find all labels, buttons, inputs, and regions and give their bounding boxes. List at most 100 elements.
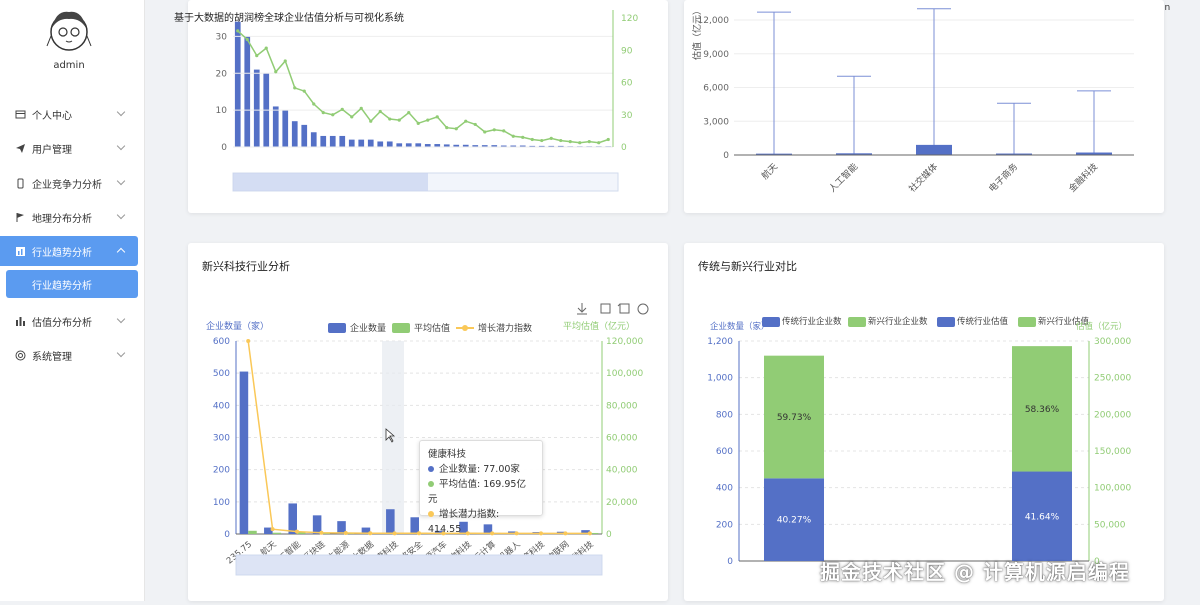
card-bottom-right: 传统与新兴行业对比 传统行业企业数 新兴行业企业数 传统行业估值 新兴行业估值 … xyxy=(684,243,1164,601)
datazoom-selection[interactable] xyxy=(236,555,602,575)
submenu-item-industry-trend[interactable]: 行业趋势分析 xyxy=(6,270,138,298)
y-tick-label: 12,000 xyxy=(698,16,730,26)
home-icon xyxy=(14,108,26,120)
bar xyxy=(320,135,327,147)
bar xyxy=(386,141,393,147)
bar xyxy=(396,143,403,147)
y2-tick-label: 100,000 xyxy=(606,369,643,379)
line-point xyxy=(502,129,506,133)
sidebar-item-geo[interactable]: 地理分布分析 xyxy=(0,202,138,232)
line-point xyxy=(236,29,240,33)
bar xyxy=(244,36,251,147)
bar xyxy=(415,143,422,147)
card-top-right: 估值（亿元） 12,000 9,000 6,000 3,000 0 航天 人工智能 社交媒体 电… xyxy=(684,0,1164,213)
legend-swatch[interactable] xyxy=(328,323,346,333)
legend-swatch xyxy=(462,325,468,331)
y-tick-label: 600 xyxy=(213,337,230,347)
y-axis-left-title: 企业数量（家） xyxy=(206,320,269,332)
sidebar-user-name: admin xyxy=(53,60,85,71)
y-tick-label: 600 xyxy=(716,447,733,457)
bar-label: 59.73% xyxy=(777,413,812,423)
chevron-down-icon xyxy=(116,247,126,257)
bar xyxy=(248,530,257,534)
legend-label: 平均估值 xyxy=(414,322,450,334)
y-tick-label: 20 xyxy=(216,69,228,79)
legend-label: 增长潜力指数 xyxy=(478,322,532,334)
sidebar: admin 个人中心 用户管理 企业竞争力分析 地理分布分析 行业趋势分析 行业… xyxy=(0,0,145,601)
bar xyxy=(282,110,289,147)
y-tick-label: 200 xyxy=(213,466,230,476)
sidebar-item-competitiveness[interactable]: 企业竞争力分析 xyxy=(0,168,138,198)
sidebar-item-users[interactable]: 用户管理 xyxy=(0,133,138,163)
line-point xyxy=(578,141,582,145)
bar xyxy=(291,121,298,147)
legend-swatch xyxy=(937,317,955,327)
bar xyxy=(339,135,346,147)
line-point xyxy=(388,117,392,121)
y-tick-label: 0 xyxy=(221,143,227,153)
download-icon[interactable] xyxy=(577,303,587,315)
bar xyxy=(367,139,374,147)
datazoom-selection[interactable] xyxy=(233,173,428,191)
y-tick-label: 9,000 xyxy=(703,50,729,60)
y-tick-label: 400 xyxy=(213,401,230,411)
chart-top-right: 估值（亿元） 12,000 9,000 6,000 3,000 0 航天 人工智能 社交媒体 电… xyxy=(691,6,1134,195)
x-tick-label: 航天 xyxy=(759,161,780,182)
line-point xyxy=(568,140,572,144)
y-tick-label: 10 xyxy=(216,106,228,116)
line-point xyxy=(397,118,401,122)
line-point xyxy=(426,118,430,122)
x-tick-label: 人工智能 xyxy=(826,161,860,195)
x-tick-label: 社交媒体 xyxy=(906,161,940,195)
bar xyxy=(329,135,336,147)
watermark: 掘金技术社区 @ 计算机源启编程 xyxy=(820,560,1130,584)
y-tick-label: 6,000 xyxy=(703,84,729,94)
line-point xyxy=(540,138,544,143)
sidebar-item-label: 系统管理 xyxy=(32,351,72,363)
avatar[interactable] xyxy=(44,6,94,56)
sidebar-item-label: 行业趋势分析 xyxy=(32,247,92,259)
flag-icon xyxy=(14,211,26,223)
y-tick-label: 0 xyxy=(727,557,733,567)
y-tick-label: 400 xyxy=(716,484,733,494)
chevron-down-icon xyxy=(116,210,126,220)
y2-tick-label: 300,000 xyxy=(1094,337,1131,347)
line-point xyxy=(511,134,515,138)
sidebar-item-label: 个人中心 xyxy=(32,110,72,122)
y-tick-label: 30 xyxy=(216,32,228,42)
y2-tick-label: 90 xyxy=(621,46,633,56)
y2-tick-label: 0 xyxy=(606,530,612,540)
line-point xyxy=(454,127,458,131)
zoom-icon[interactable] xyxy=(600,303,611,314)
chevron-down-icon xyxy=(116,107,126,117)
card-title: 传统与新兴行业对比 xyxy=(698,260,797,273)
bar-label: 58.36% xyxy=(1025,405,1060,415)
line-point xyxy=(549,136,553,140)
sidebar-item-industry-trend[interactable]: 行业趋势分析 xyxy=(0,236,138,266)
site-title: 基于大数据的胡润榜全球企业估值分析与可视化系统 xyxy=(174,13,404,24)
y-axis-left-title: 企业数量（家） xyxy=(710,321,770,332)
legend-label: 传统行业估值 xyxy=(957,316,1009,327)
legend-label: 新兴行业企业数 xyxy=(868,316,928,327)
sidebar-item-profile[interactable]: 个人中心 xyxy=(0,99,138,129)
y-tick-label: 1,200 xyxy=(707,337,733,347)
line-point xyxy=(559,138,563,143)
bar xyxy=(239,371,249,534)
line-point xyxy=(435,115,439,119)
y-tick-label: 500 xyxy=(213,369,230,379)
sidebar-item-valuation[interactable]: 估值分布分析 xyxy=(0,306,138,336)
zoom-reset-icon[interactable] xyxy=(617,303,630,314)
line-point xyxy=(302,89,306,93)
legend-swatch[interactable] xyxy=(392,323,410,333)
bar-chart-icon xyxy=(14,315,26,327)
line-point xyxy=(340,107,344,111)
line-point xyxy=(274,70,278,74)
refresh-icon[interactable] xyxy=(637,303,649,315)
line-point xyxy=(530,137,534,142)
line-point xyxy=(445,126,449,130)
sidebar-item-system[interactable]: 系统管理 xyxy=(0,340,138,370)
y2-tick-label: 150,000 xyxy=(1094,447,1131,457)
y-axis-right-title: 平均估值（亿元） xyxy=(563,320,635,332)
line-point xyxy=(312,102,316,106)
bar xyxy=(310,132,317,147)
